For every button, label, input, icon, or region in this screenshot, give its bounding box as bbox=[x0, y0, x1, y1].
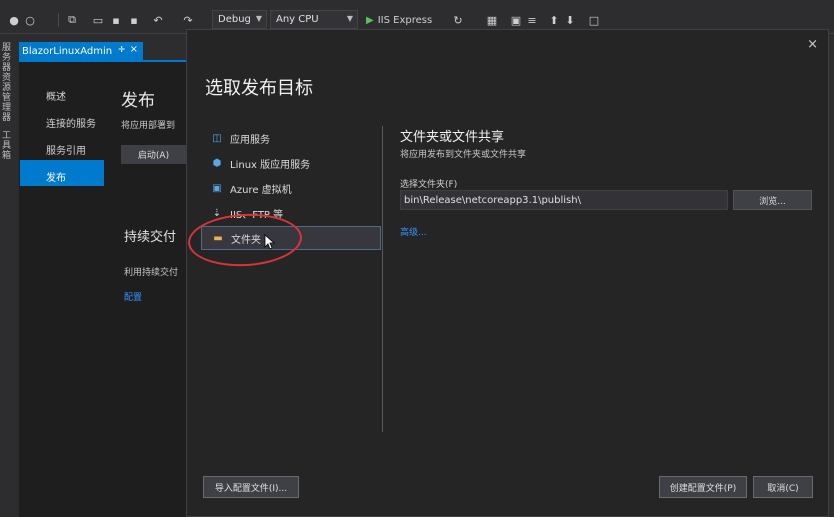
nav-connected-services[interactable]: 连接的服务 bbox=[46, 115, 96, 130]
toolbox-icon[interactable]: ▦ bbox=[484, 10, 500, 30]
publish-target-dialog: × 选取发布目标 ◫ 应用服务 ⬢ Linux 版应用服务 ▣ Azure 虚拟… bbox=[186, 29, 829, 517]
target-label: 应用服务 bbox=[230, 134, 270, 146]
close-icon[interactable]: × bbox=[807, 37, 818, 52]
platform-value: Any CPU bbox=[276, 14, 319, 25]
navigate-back-icon[interactable]: ● bbox=[6, 10, 22, 30]
publish-icon[interactable]: ⬆ bbox=[546, 10, 562, 30]
disabled-tool-icon: □ bbox=[588, 13, 600, 27]
open-file-icon[interactable]: ▭ bbox=[90, 10, 106, 30]
create-profile-button[interactable]: 创建配置文件(P) bbox=[659, 476, 747, 498]
browse-button[interactable]: 浏览... bbox=[733, 190, 812, 210]
target-label: Azure 虚拟机 bbox=[230, 184, 292, 196]
play-icon: ▶ bbox=[366, 14, 374, 26]
start-button[interactable]: 启动(A) bbox=[121, 145, 186, 164]
target-label: Linux 版应用服务 bbox=[230, 159, 311, 171]
folder-panel-subtitle: 将应用发布到文件夹或文件共享 bbox=[400, 150, 527, 160]
save-all-icon[interactable]: ▪ bbox=[126, 10, 142, 30]
new-project-icon[interactable]: ⧉ bbox=[64, 10, 80, 30]
pane-divider bbox=[382, 126, 383, 432]
linux-app-service-icon: ⬢ bbox=[212, 157, 222, 169]
app-service-icon: ◫ bbox=[212, 132, 222, 144]
undo-icon[interactable]: ↶ bbox=[150, 10, 166, 30]
folder-path-value: bin\Release\netcoreapp3.1\publish\ bbox=[404, 194, 581, 206]
close-icon[interactable]: × bbox=[130, 44, 138, 55]
target-app-service[interactable]: ◫ 应用服务 bbox=[201, 126, 381, 150]
chevron-down-icon: ▼ bbox=[346, 14, 353, 23]
page-subtitle: 将应用部署到 bbox=[121, 121, 176, 131]
refresh-icon[interactable]: ↻ bbox=[450, 10, 466, 30]
navigate-forward-icon[interactable]: ○ bbox=[22, 10, 38, 30]
dialog-title: 选取发布目标 bbox=[205, 78, 313, 99]
format-icon[interactable]: ≡ bbox=[524, 10, 540, 30]
save-icon[interactable]: ▪ bbox=[108, 10, 124, 30]
configuration-select[interactable]: Debug ▼ bbox=[212, 10, 267, 29]
folder-path-input[interactable]: bin\Release\netcoreapp3.1\publish\ bbox=[400, 190, 728, 210]
folder-panel-title: 文件夹或文件共享 bbox=[400, 130, 505, 145]
toolbar-separator bbox=[58, 13, 59, 27]
left-tool-strip: 服务器资源管理器 工具箱 bbox=[0, 35, 16, 517]
pin-icon[interactable]: ✛ bbox=[118, 45, 125, 54]
mouse-cursor-icon bbox=[264, 234, 276, 250]
nav-overview[interactable]: 概述 bbox=[46, 88, 66, 103]
ide-window: ● ○ ⧉ ▭ ▪ ▪ ↶ ↷ Debug ▼ Any CPU ▼ ▶ IIS … bbox=[0, 0, 834, 517]
nav-publish[interactable]: 发布 bbox=[46, 169, 66, 184]
cancel-button[interactable]: 取消(C) bbox=[753, 476, 813, 498]
cd-heading: 持续交付 bbox=[124, 230, 177, 245]
server-explorer-tab[interactable]: 服务器资源管理器 bbox=[2, 43, 13, 123]
redo-icon[interactable]: ↷ bbox=[180, 10, 196, 30]
toolbox-tab[interactable]: 工具箱 bbox=[2, 131, 13, 161]
advanced-link[interactable]: 高级... bbox=[400, 225, 427, 238]
deploy-icon[interactable]: ⬇ bbox=[562, 10, 578, 30]
page-title: 发布 bbox=[121, 91, 155, 111]
run-button[interactable]: ▶ IIS Express bbox=[366, 10, 444, 30]
configuration-value: Debug bbox=[218, 14, 251, 25]
nav-service-references[interactable]: 服务引用 bbox=[46, 142, 86, 157]
folder-field-label: 选择文件夹(F) bbox=[400, 180, 458, 190]
import-profile-button[interactable]: 导入配置文件(I)... bbox=[203, 476, 299, 498]
screenshot-icon[interactable]: ▣ bbox=[508, 10, 524, 30]
virtual-machine-icon: ▣ bbox=[212, 182, 222, 194]
run-target-label: IIS Express bbox=[377, 14, 433, 26]
document-tab[interactable]: BlazorLinuxAdmin ✛ × bbox=[19, 42, 143, 60]
chevron-down-icon: ▼ bbox=[255, 14, 262, 23]
target-azure-vm[interactable]: ▣ Azure 虚拟机 bbox=[201, 176, 381, 200]
cd-text: 利用持续交付 bbox=[124, 268, 179, 278]
cd-configure-link[interactable]: 配置 bbox=[124, 290, 142, 303]
document-tab-title: BlazorLinuxAdmin bbox=[22, 45, 113, 57]
target-linux-app-service[interactable]: ⬢ Linux 版应用服务 bbox=[201, 151, 381, 175]
platform-select[interactable]: Any CPU ▼ bbox=[270, 10, 358, 29]
